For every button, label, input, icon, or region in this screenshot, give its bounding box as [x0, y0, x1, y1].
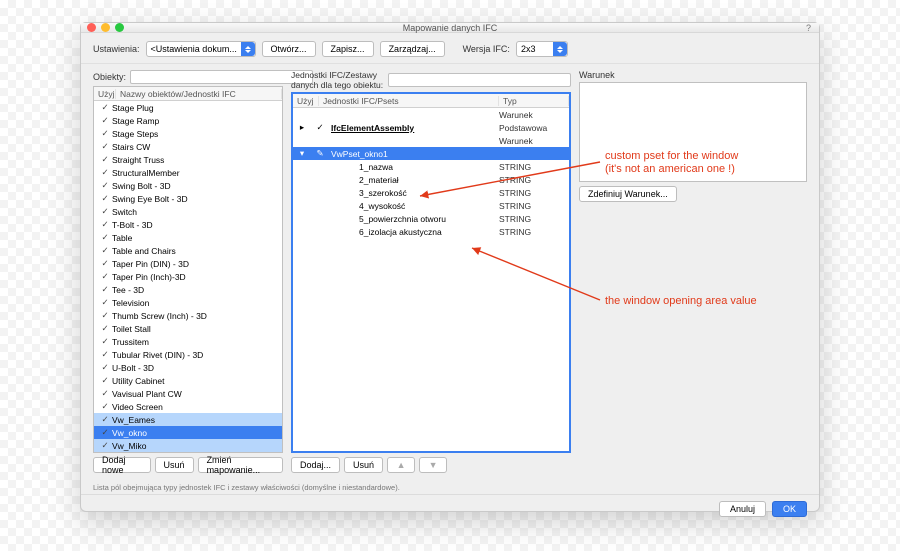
annotation-arrow-icon [0, 0, 900, 551]
